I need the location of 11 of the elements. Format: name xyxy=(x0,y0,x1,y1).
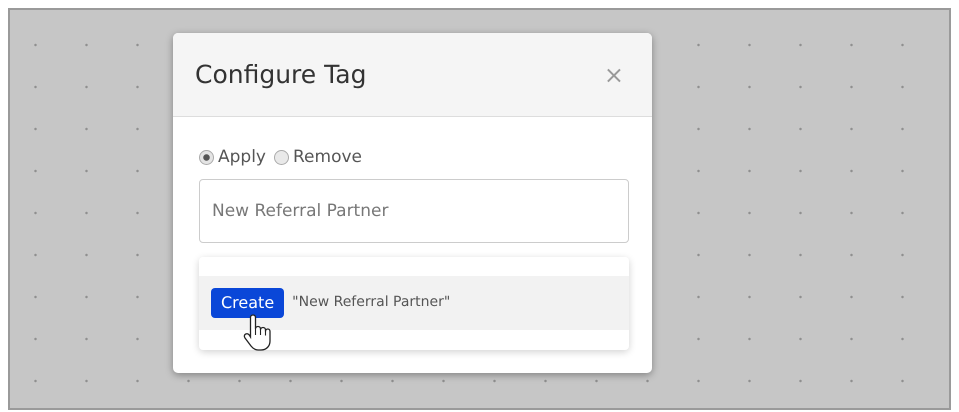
radio-option[interactable]: Apply xyxy=(199,145,266,170)
radio-button[interactable] xyxy=(274,150,289,166)
suggestion-text: "New Referral Partner" xyxy=(292,293,450,312)
tag-input-field[interactable]: New Referral Partner xyxy=(199,178,629,242)
suggestion-item[interactable]: Create "New Referral Partner" xyxy=(199,276,629,330)
radio-option[interactable]: Remove xyxy=(274,145,362,170)
radio-label: Remove xyxy=(293,146,362,169)
dialog-title: Configure Tag xyxy=(195,58,366,91)
radio-button[interactable] xyxy=(199,150,214,166)
create-button[interactable]: Create xyxy=(211,288,284,318)
radio-label: Apply xyxy=(218,146,266,169)
